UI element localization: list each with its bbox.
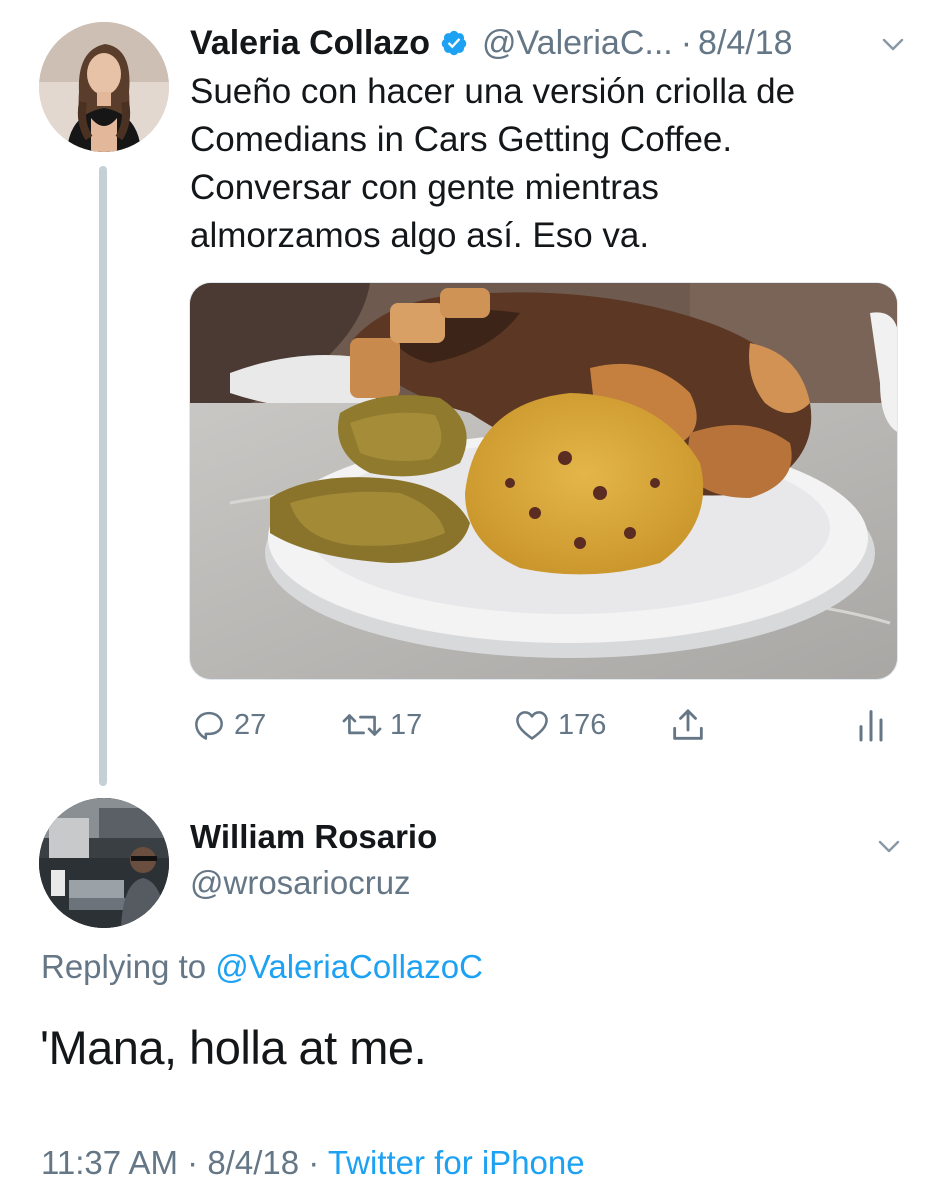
tweet-text-line: almorzamos algo así. Eso va. bbox=[190, 216, 650, 255]
separator-dot: · bbox=[680, 23, 693, 62]
chevron-down-icon[interactable] bbox=[877, 28, 909, 60]
analytics-button[interactable] bbox=[856, 700, 886, 750]
like-button[interactable]: 176 bbox=[512, 700, 606, 750]
tweet-action-bar: 27 17 176 bbox=[190, 700, 890, 750]
separator-dot: · bbox=[187, 1144, 199, 1181]
food-plate-photo bbox=[190, 283, 897, 679]
reply-text: 'Mana, holla at me. bbox=[40, 1021, 427, 1074]
tweet-text-line: Comedians in Cars Getting Coffee. bbox=[190, 120, 733, 159]
replying-to-label: Replying to bbox=[41, 948, 207, 985]
reply-button[interactable]: 27 bbox=[190, 700, 266, 750]
display-name[interactable]: Valeria Collazo bbox=[190, 24, 430, 63]
heart-icon bbox=[516, 711, 548, 740]
profile-photo bbox=[39, 798, 169, 928]
tweet-thread: Valeria Collazo @ValeriaC... · 8/4/18 Su… bbox=[0, 0, 939, 1200]
tweet-text: Sueño con hacer una versión criolla de C… bbox=[190, 68, 890, 260]
reply-date: 8/4/18 bbox=[207, 1144, 300, 1181]
tweet-text-line: Conversar con gente mientras bbox=[190, 168, 659, 207]
tweet-text-line: Sueño con hacer una versión criolla de bbox=[190, 72, 796, 111]
tweet-media-image[interactable] bbox=[189, 282, 898, 680]
reply-display-name[interactable]: William Rosario bbox=[190, 818, 437, 856]
tweet-header: Valeria Collazo @ValeriaC... · 8/4/18 bbox=[190, 18, 909, 68]
reply-handle[interactable]: @wrosariocruz bbox=[190, 864, 411, 902]
tweet-source-link[interactable]: Twitter for iPhone bbox=[328, 1144, 585, 1181]
profile-photo bbox=[39, 22, 169, 152]
avatar[interactable] bbox=[39, 798, 169, 928]
separator-dot: · bbox=[308, 1144, 320, 1181]
tweet-metadata-footer: 11:37 AM · 8/4/18 · Twitter for iPhone bbox=[41, 1144, 585, 1182]
retweet-button[interactable]: 17 bbox=[340, 700, 422, 750]
replying-to-line: Replying to @ValeriaCollazoC bbox=[41, 948, 483, 986]
share-button[interactable] bbox=[668, 700, 708, 750]
avatar[interactable] bbox=[39, 22, 169, 152]
handle[interactable]: @ValeriaC... bbox=[482, 24, 673, 63]
thread-connector-line bbox=[99, 166, 107, 786]
chevron-down-icon[interactable] bbox=[873, 830, 905, 862]
reply-icon bbox=[195, 711, 223, 740]
retweet-count: 17 bbox=[390, 708, 423, 741]
reply-time: 11:37 AM bbox=[41, 1144, 178, 1181]
tweet-date[interactable]: 8/4/18 bbox=[698, 24, 793, 63]
verified-badge-icon bbox=[441, 30, 467, 56]
analytics-icon bbox=[859, 710, 883, 742]
share-icon bbox=[673, 709, 703, 740]
replying-to-mention[interactable]: @ValeriaCollazoC bbox=[215, 948, 483, 985]
retweet-icon bbox=[342, 714, 382, 736]
reply-count: 27 bbox=[234, 708, 267, 741]
like-count: 176 bbox=[558, 708, 607, 741]
